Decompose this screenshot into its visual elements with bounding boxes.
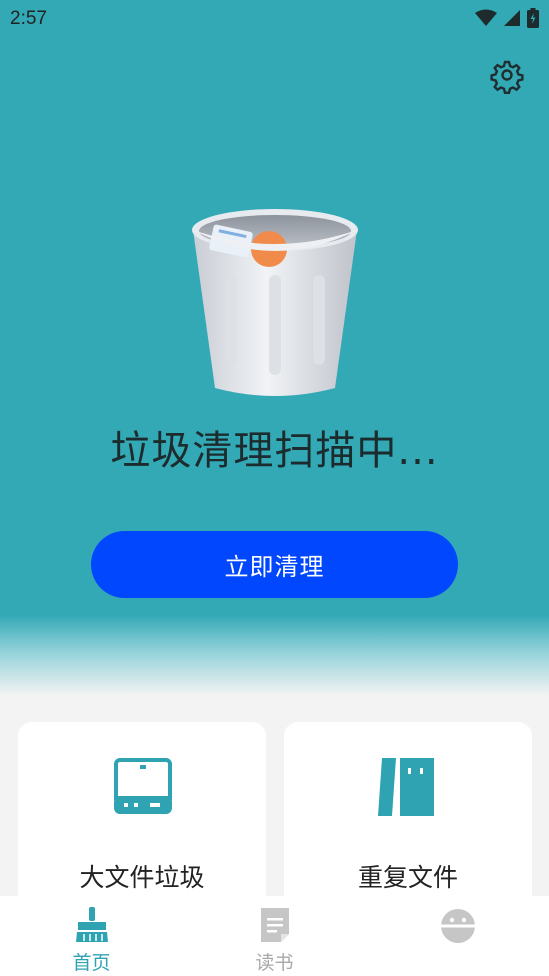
signal-icon xyxy=(504,10,520,26)
clean-now-button[interactable]: 立即清理 xyxy=(91,531,458,598)
broom-icon xyxy=(75,907,108,942)
gear-icon xyxy=(490,60,524,94)
nav-item-profile[interactable] xyxy=(366,896,549,976)
card-label: 重复文件 xyxy=(357,863,458,892)
document-icon xyxy=(260,908,289,942)
nav-item-home[interactable]: 首页 xyxy=(0,896,183,976)
duplicate-files-icon xyxy=(378,758,434,816)
status-icons xyxy=(475,8,539,28)
settings-button[interactable] xyxy=(488,56,526,94)
duplicate-files-card[interactable]: 重复文件 xyxy=(284,722,532,922)
trash-bin-illustration xyxy=(192,209,358,396)
large-file-junk-card[interactable]: 大文件垃圾 xyxy=(18,722,266,922)
nav-item-reading[interactable]: 读书 xyxy=(183,896,366,976)
scan-status-title: 垃圾清理扫描中... xyxy=(110,428,439,474)
card-label: 大文件垃圾 xyxy=(79,863,205,892)
status-bar: 2:57 xyxy=(0,0,549,36)
robot-face-icon xyxy=(440,909,475,943)
nav-label: 读书 xyxy=(255,952,294,974)
battery-icon xyxy=(527,8,539,28)
bottom-nav: 首页 读书 xyxy=(0,896,549,976)
nav-label: 首页 xyxy=(72,952,111,974)
wifi-icon xyxy=(475,9,497,26)
status-time: 2:57 xyxy=(10,8,47,29)
hard-drive-icon xyxy=(114,758,172,814)
